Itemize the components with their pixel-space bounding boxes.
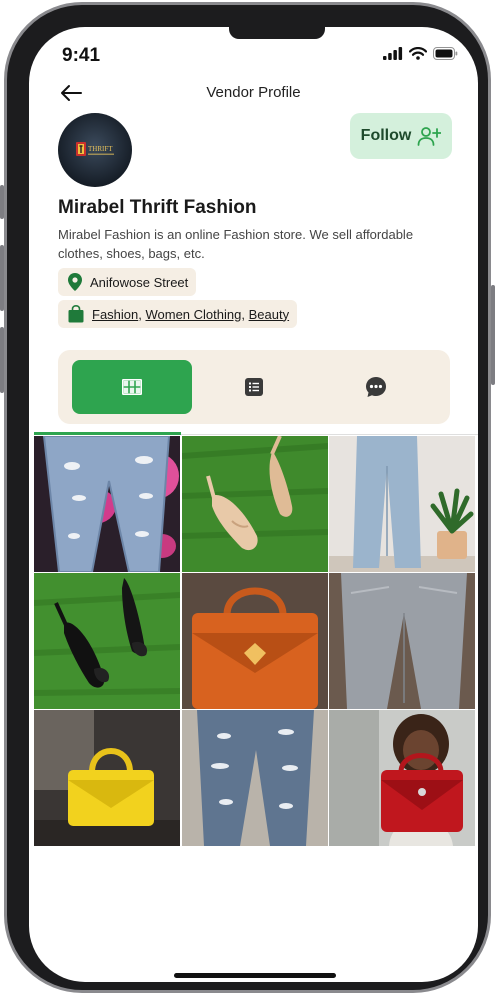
follow-button[interactable]: Follow [350,113,452,159]
black-heels-photo [34,573,180,709]
active-tab-indicator [34,432,181,435]
mute-switch [0,185,4,219]
status-time: 9:41 [62,45,101,66]
list-icon [245,378,263,396]
location-text: Anifowose Street [90,274,189,290]
notch [229,27,325,39]
wide-leg-jeans-photo [329,436,475,572]
location-chip: Anifowose Street [58,268,197,296]
product-tile[interactable] [181,436,328,572]
product-tile[interactable] [34,436,180,572]
battery-icon [433,47,458,60]
status-icons [383,47,458,60]
product-tile[interactable] [34,710,180,846]
product-tile[interactable] [329,710,475,846]
product-tile[interactable] [329,573,475,709]
add-user-icon [417,127,442,146]
avatar-logo-text: THRIFT [88,145,113,153]
location-pin-icon [68,273,82,291]
vendor-avatar[interactable]: THRIFT [58,113,132,187]
product-grid [34,436,475,846]
distressed-jeans-photo [181,710,328,846]
signal-icon [383,47,403,60]
product-tile[interactable] [329,436,475,572]
chat-icon [366,377,386,397]
follow-button-label: Follow [360,127,412,144]
product-tile[interactable] [34,573,180,709]
yellow-handbag-photo [34,710,180,846]
vendor-name: Mirabel Thrift Fashion [58,197,257,218]
volume-up-button [0,245,4,311]
profile-tab-bar [58,350,450,424]
grey-jeans-photo [329,573,475,709]
grid-icon [122,379,142,395]
ripped-jeans-photo [34,436,180,572]
category-link-fashion[interactable]: Fashion [92,307,138,322]
tab-chat[interactable] [316,360,436,414]
red-handbag-photo [329,710,475,846]
category-link-beauty[interactable]: Beauty [249,307,289,322]
product-tile[interactable] [181,710,328,846]
home-indicator [174,973,336,978]
wifi-icon [409,47,427,60]
vendor-description: Mirabel Fashion is an online Fashion sto… [58,227,414,261]
nude-heels-photo [181,436,328,572]
shopping-bag-icon [68,305,84,323]
product-tile[interactable] [181,573,328,709]
header: Vendor Profile [29,81,478,109]
categories-chip: Fashion, Women Clothing, Beauty [58,300,298,328]
thrift-logo: THRIFT [76,142,114,156]
page-title: Vendor Profile [206,84,301,101]
volume-down-button [0,327,4,393]
screen: 9:41 Vendor Profile THRIFT Follow Mirabe… [29,27,478,982]
categories-list: Fashion, Women Clothing, Beauty [92,306,290,322]
tab-list[interactable] [194,360,314,414]
tab-grid[interactable] [72,360,192,414]
phone-frame: 9:41 Vendor Profile THRIFT Follow Mirabe… [0,2,495,993]
category-link-women-clothing[interactable]: Women Clothing [145,307,241,322]
power-button [491,285,495,385]
orange-handbag-photo [181,573,328,709]
